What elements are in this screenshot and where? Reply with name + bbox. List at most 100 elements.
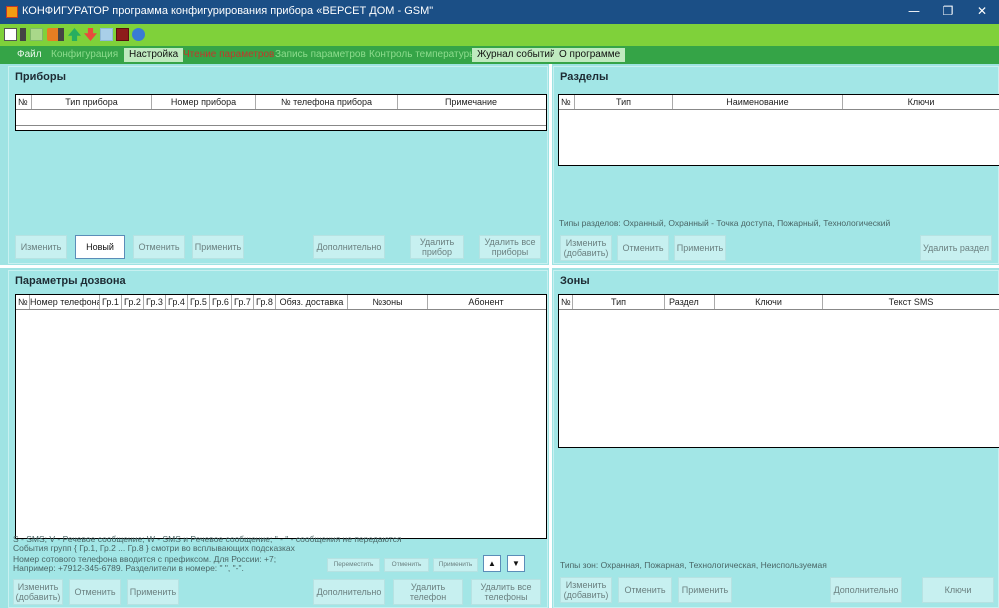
col-device-number[interactable]: Номер прибора (152, 95, 256, 109)
col-group-6[interactable]: Гр.6 (210, 295, 232, 309)
col-keys[interactable]: Ключи (843, 95, 999, 109)
new-device-button[interactable]: Новый (75, 235, 125, 259)
cancel-small-button[interactable]: Отменить (384, 558, 429, 572)
menu-about[interactable]: О программе (554, 48, 626, 62)
col-sms-text[interactable]: Текст SMS (823, 295, 999, 309)
sections-title: Разделы (560, 71, 609, 83)
apply-device-button[interactable]: Применить (192, 235, 244, 259)
app-icon (6, 6, 18, 18)
col-name[interactable]: Наименование (673, 95, 843, 109)
arrow-down-icon[interactable]: ▼ (507, 555, 525, 572)
dial-table[interactable]: № Номер телефона Гр.1 Гр.2 Гр.3 Гр.4 Гр.… (15, 294, 547, 539)
col-group-3[interactable]: Гр.3 (144, 295, 166, 309)
menu-settings[interactable]: Настройка (124, 48, 184, 62)
open-folder-icon[interactable] (30, 28, 43, 41)
dial-note-2: События групп { Гр.1, Гр.2 ... Гр.8 } см… (13, 543, 295, 553)
col-group-5[interactable]: Гр.5 (188, 295, 210, 309)
edit-phone-button[interactable]: Изменить (добавить) (13, 579, 63, 605)
dial-table-header: № Номер телефона Гр.1 Гр.2 Гр.3 Гр.4 Гр.… (16, 295, 546, 310)
sections-table[interactable]: № Тип Наименование Ключи (558, 94, 999, 166)
vertical-divider[interactable] (549, 64, 552, 608)
devices-table[interactable]: № Тип прибора Номер прибора № телефона п… (15, 94, 547, 131)
col-delivery[interactable]: Обяз. доставка (276, 295, 348, 309)
edit-zone-button[interactable]: Изменить (добавить) (560, 577, 612, 603)
menu-event-log[interactable]: Журнал событий (472, 48, 561, 62)
sections-table-header: № Тип Наименование Ключи (559, 95, 999, 110)
apply-small-button[interactable]: Применить (433, 558, 478, 572)
maximize-button[interactable]: ❐ (931, 0, 965, 24)
menu-bar: Файл Конфигурация Настройка Чтение парам… (0, 46, 999, 64)
menu-write-params[interactable]: Запись параметров (270, 48, 371, 62)
thermometer-icon[interactable] (100, 28, 113, 41)
close-button[interactable]: ✕ (965, 0, 999, 24)
zones-title: Зоны (560, 275, 590, 287)
zone-more-button[interactable]: Дополнительно (830, 577, 902, 603)
delete-all-phones-button[interactable]: Удалить все телефоны (471, 579, 541, 605)
menu-read-params[interactable]: Чтение параметров (178, 48, 279, 62)
cancel-phone-button[interactable]: Отменить (69, 579, 121, 605)
apply-zone-button[interactable]: Применить (678, 577, 732, 603)
move-button[interactable]: Переместить (327, 558, 380, 572)
table-row[interactable] (16, 125, 546, 126)
journal-icon[interactable] (116, 28, 129, 41)
col-number[interactable]: № (559, 295, 573, 309)
col-group-8[interactable]: Гр.8 (254, 295, 276, 309)
col-keys[interactable]: Ключи (715, 295, 823, 309)
col-number[interactable]: № (16, 295, 30, 309)
menu-file[interactable]: Файл (12, 48, 47, 62)
zones-panel: Зоны № Тип Раздел Ключи Текст SMS Типы з… (553, 270, 999, 608)
minimize-button[interactable]: — (897, 0, 931, 24)
cancel-zone-button[interactable]: Отменить (618, 577, 672, 603)
col-subscriber[interactable]: Абонент (428, 295, 544, 309)
section-types-note: Типы разделов: Охранный, Охранный - Точк… (559, 218, 891, 228)
apply-phone-button[interactable]: Применить (127, 579, 179, 605)
col-number[interactable]: № (559, 95, 575, 109)
toolbar (0, 24, 999, 46)
arrow-down-icon[interactable] (84, 28, 97, 41)
col-zone-number[interactable]: №зоны (348, 295, 428, 309)
keys-button[interactable]: Ключи (922, 577, 994, 603)
dial-title: Параметры дозвона (15, 275, 126, 287)
zones-table[interactable]: № Тип Раздел Ключи Текст SMS (558, 294, 999, 448)
col-group-7[interactable]: Гр.7 (232, 295, 254, 309)
col-group-2[interactable]: Гр.2 (122, 295, 144, 309)
col-number[interactable]: № (16, 95, 32, 109)
col-group-4[interactable]: Гр.4 (166, 295, 188, 309)
edit-device-button[interactable]: Изменить (15, 235, 67, 259)
zone-types-note: Типы зон: Охранная, Пожарная, Технологич… (560, 560, 827, 570)
cancel-section-button[interactable]: Отменить (617, 235, 669, 261)
edit-section-button[interactable]: Изменить (добавить) (560, 235, 612, 261)
menu-temp-control[interactable]: Контроль температуры (364, 48, 481, 62)
arrow-up-icon[interactable]: ▲ (483, 555, 501, 572)
info-icon[interactable] (132, 28, 145, 41)
col-phone[interactable]: Номер телефона (30, 295, 100, 309)
delete-device-button[interactable]: Удалить прибор (410, 235, 464, 259)
delete-section-button[interactable]: Удалить раздел (920, 235, 992, 261)
zones-table-header: № Тип Раздел Ключи Текст SMS (559, 295, 999, 310)
devices-title: Приборы (15, 71, 67, 83)
delete-phone-button[interactable]: Удалить телефон (393, 579, 463, 605)
new-file-icon[interactable] (4, 28, 17, 41)
col-group-1[interactable]: Гр.1 (100, 295, 122, 309)
devices-table-header: № Тип прибора Номер прибора № телефона п… (16, 95, 546, 110)
devices-panel: Приборы № Тип прибора Номер прибора № те… (8, 66, 548, 264)
dropdown-icon-2[interactable] (58, 28, 64, 41)
dial-note-4: Например: +7912-345-6789. Разделители в … (13, 563, 244, 573)
horizontal-divider[interactable] (0, 265, 999, 268)
col-note[interactable]: Примечание (398, 95, 544, 109)
dropdown-icon[interactable] (20, 28, 26, 41)
col-type[interactable]: Тип (573, 295, 665, 309)
col-device-type[interactable]: Тип прибора (32, 95, 152, 109)
delete-all-devices-button[interactable]: Удалить все приборы (479, 235, 541, 259)
col-type[interactable]: Тип (575, 95, 673, 109)
arrow-up-icon[interactable] (68, 28, 81, 41)
dial-panel: Параметры дозвона № Номер телефона Гр.1 … (8, 270, 548, 608)
device-more-button[interactable]: Дополнительно (313, 235, 385, 259)
col-device-phone[interactable]: № телефона прибора (256, 95, 398, 109)
cancel-device-button[interactable]: Отменить (133, 235, 185, 259)
dial-more-button[interactable]: Дополнительно (313, 579, 385, 605)
menu-configuration[interactable]: Конфигурация (46, 48, 123, 62)
col-section[interactable]: Раздел (665, 295, 715, 309)
apply-section-button[interactable]: Применить (674, 235, 726, 261)
title-bar: КОНФИГУРАТОР программа конфигурирования … (0, 0, 999, 24)
